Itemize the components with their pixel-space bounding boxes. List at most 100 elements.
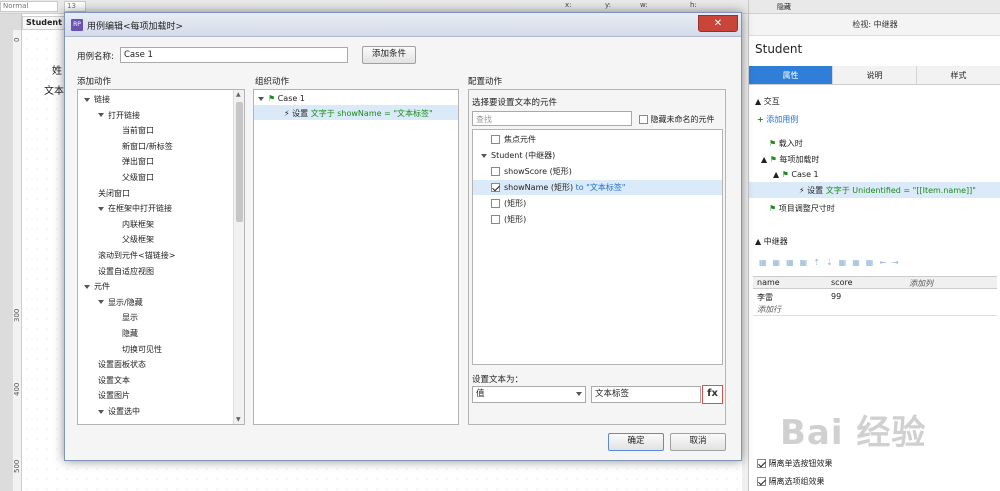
expand-arrow-icon[interactable] <box>481 153 487 158</box>
action-tree-item[interactable]: 隐藏 <box>122 328 138 339</box>
expand-arrow-icon[interactable] <box>84 97 90 102</box>
hide-unnamed-option[interactable]: 隐藏未命名的元件 <box>639 114 715 125</box>
actions-scrollbar[interactable]: ▲ ▼ <box>233 90 244 424</box>
tab-style[interactable]: 样式 <box>917 66 1000 84</box>
value-type-select[interactable]: 值 <box>472 386 586 403</box>
checkbox[interactable] <box>757 459 766 468</box>
action-item[interactable]: ⚡ 设置 文字于 Unidentified = "[[Item.name]]" <box>799 185 976 196</box>
widget-item[interactable]: 焦点元件 <box>491 134 536 145</box>
checkbox[interactable] <box>491 135 500 144</box>
column-header[interactable]: score <box>831 278 853 287</box>
scroll-up-icon[interactable]: ▲ <box>236 91 241 98</box>
add-column[interactable]: 添加列 <box>909 278 933 289</box>
cell-score[interactable]: 99 <box>831 292 841 301</box>
checkbox[interactable] <box>639 115 648 124</box>
action-tree-item[interactable]: 设置选中 <box>98 406 140 417</box>
action-tree-item[interactable]: 元件 <box>84 281 110 292</box>
action-tree-item[interactable]: 新窗口/新标签 <box>122 141 173 152</box>
ok-button[interactable]: 确定 <box>608 433 664 451</box>
action-tree-item[interactable]: 内联框架 <box>122 219 154 230</box>
action-tree-item[interactable]: 设置图片 <box>98 390 130 401</box>
option-isolate-group[interactable]: 隔离选项组效果 <box>757 476 825 487</box>
action-tree-label: 当前窗口 <box>122 126 154 136</box>
action-tree-item[interactable]: 父级窗口 <box>122 172 154 183</box>
hidden-label: 隐藏 <box>777 3 791 11</box>
repeater-grid-row[interactable]: 李雷 99 添加行 <box>753 290 997 316</box>
action-tree-item[interactable]: 弹出窗口 <box>122 156 154 167</box>
action-tree-label: 显示 <box>122 313 138 323</box>
widget-item[interactable]: Student (中继器) <box>481 150 555 161</box>
action-tree-item[interactable]: 切换可见性 <box>122 344 162 355</box>
checkbox[interactable] <box>491 215 500 224</box>
event-resize[interactable]: ⚑ 项目调整尺寸时 <box>769 203 835 214</box>
org-action-item[interactable]: ⚡ 设置 文字于 showName = "文本标签" <box>284 108 433 119</box>
add-row[interactable]: 添加行 <box>757 304 781 315</box>
canvas-text: 文本 <box>44 86 64 97</box>
widget-target-text: to "文本标签" <box>575 183 626 192</box>
scroll-thumb[interactable] <box>236 102 243 222</box>
font-size-field[interactable]: 13 <box>64 1 86 12</box>
action-tree-label: 切换可见性 <box>122 344 162 354</box>
action-tree-label: 设置图片 <box>98 391 130 401</box>
expand-arrow-icon[interactable] <box>84 284 90 289</box>
action-tree-item[interactable]: 显示/隐藏 <box>98 297 143 308</box>
case-icon: ⚑ <box>268 94 276 103</box>
checkbox[interactable] <box>757 477 766 486</box>
action-tree-item[interactable]: 关闭窗口 <box>98 188 130 199</box>
action-tree-item[interactable]: 滚动到元件<锚链接> <box>98 250 175 261</box>
option-isolate-radio[interactable]: 隔离单选按钮效果 <box>757 458 833 469</box>
expand-arrow-icon[interactable] <box>98 300 104 305</box>
event-item-loaded[interactable]: ▲ ⚑ 每项加载时 <box>761 154 819 165</box>
tab-properties[interactable]: 属性 <box>749 66 833 84</box>
widget-item[interactable]: (矩形) <box>491 198 526 209</box>
repeater-section[interactable]: ▲ 中继器 <box>755 236 788 247</box>
organize-actions-panel[interactable]: ⚑ Case 1 ⚡ 设置 文字于 showName = "文本标签" <box>253 89 459 425</box>
action-tree-label: 显示/隐藏 <box>108 297 143 307</box>
checkbox[interactable] <box>491 183 500 192</box>
case-name-input[interactable]: Case 1 <box>120 47 348 63</box>
dialog-titlebar: RP 用例编辑<每项加载时> ✕ <box>65 13 741 37</box>
action-tree-item[interactable]: 显示 <box>122 312 138 323</box>
scroll-down-icon[interactable]: ▼ <box>236 416 241 423</box>
case-icon: ⚑ <box>781 170 789 179</box>
canvas-tab[interactable]: Student <box>22 16 66 30</box>
action-tree-item[interactable]: 链接 <box>84 94 110 105</box>
x-label: x: <box>565 1 572 9</box>
cell-name[interactable]: 李雷 <box>757 292 773 303</box>
column-header[interactable]: name <box>757 278 780 287</box>
cancel-button[interactable]: 取消 <box>670 433 726 451</box>
style-dropdown[interactable]: Normal <box>0 1 58 12</box>
expand-arrow-icon[interactable] <box>98 409 104 414</box>
widget-search-input[interactable]: 查找 <box>472 111 632 126</box>
expand-arrow-icon[interactable] <box>98 206 104 211</box>
case-item[interactable]: ▲ ⚑ Case 1 <box>773 170 819 179</box>
configure-actions-panel: 选择要设置文本的元件 查找 隐藏未命名的元件 焦点元件 Student (中继器)… <box>468 89 726 425</box>
add-condition-button[interactable]: 添加条件 <box>362 46 416 64</box>
ruler-tick: 0 <box>13 37 21 42</box>
close-button[interactable]: ✕ <box>698 15 738 32</box>
organize-actions-header: 组织动作 <box>255 77 290 87</box>
action-tree-item[interactable]: 设置面板状态 <box>98 359 146 370</box>
widget-item[interactable]: showName (矩形) to "文本标签" <box>491 182 626 193</box>
checkbox[interactable] <box>491 167 500 176</box>
widget-item[interactable]: showScore (矩形) <box>491 166 572 177</box>
checkbox[interactable] <box>491 199 500 208</box>
action-tree-item[interactable]: 父级框架 <box>122 234 154 245</box>
interaction-section[interactable]: ▲ 交互 <box>755 96 780 107</box>
tab-notes[interactable]: 说明 <box>833 66 917 84</box>
fx-button[interactable]: fx <box>702 385 723 404</box>
action-tree-item[interactable]: 设置自适应视图 <box>98 266 154 277</box>
action-tree-item[interactable]: 设置文本 <box>98 375 130 386</box>
action-tree-item[interactable]: 当前窗口 <box>122 125 154 136</box>
action-tree-item[interactable]: 在框架中打开链接 <box>98 203 172 214</box>
org-case-item[interactable]: ⚑ Case 1 <box>258 94 305 103</box>
value-text-input[interactable]: 文本标签 <box>591 386 701 403</box>
actions-tree[interactable]: 链接打开链接当前窗口新窗口/新标签 弹出窗口父级窗口关闭窗口在框架中打开链接 内联框… <box>77 89 245 425</box>
expand-arrow-icon[interactable] <box>98 113 104 118</box>
widget-item[interactable]: (矩形) <box>491 214 526 225</box>
event-load[interactable]: ⚑ 载入时 <box>769 138 803 149</box>
add-case-link[interactable]: + 添加用例 <box>757 114 798 125</box>
action-tree-label: 隐藏 <box>122 329 138 338</box>
widget-list[interactable]: 焦点元件 Student (中继器) showScore (矩形) showName … <box>472 129 723 365</box>
action-tree-item[interactable]: 打开链接 <box>98 110 140 121</box>
